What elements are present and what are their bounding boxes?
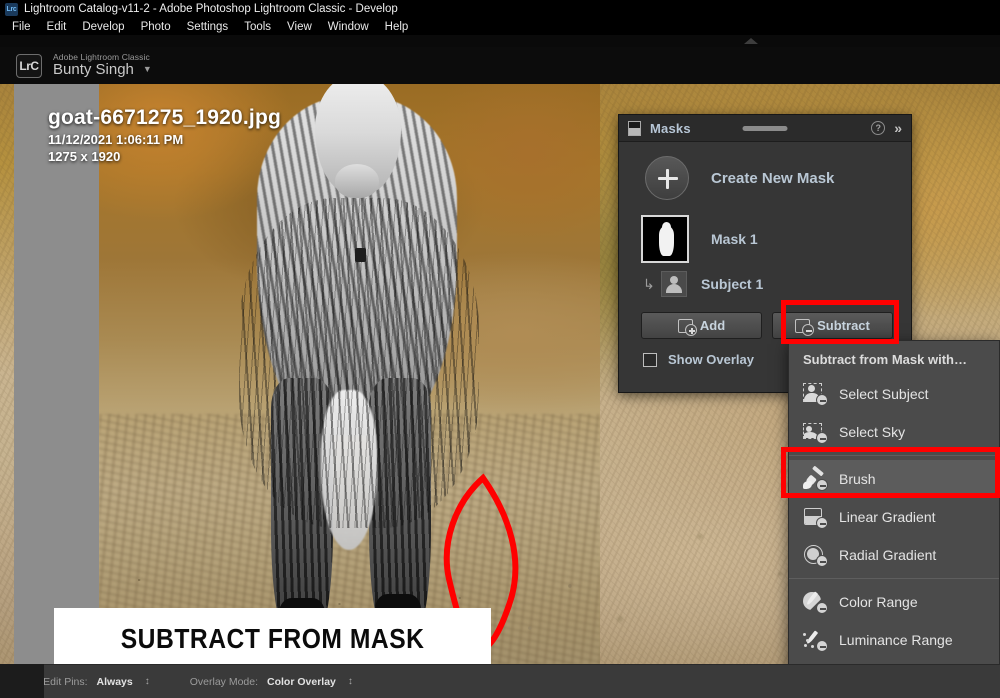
window-titlebar: Lrc Lightroom Catalog-v11-2 - Adobe Phot… bbox=[0, 0, 1000, 18]
menu-bar: File Edit Develop Photo Settings Tools V… bbox=[0, 18, 1000, 35]
menu-tools[interactable]: Tools bbox=[236, 20, 279, 34]
subitem-arrow-icon: ↳ bbox=[643, 275, 655, 292]
photo-dimensions: 1275 x 1920 bbox=[48, 148, 121, 164]
plus-icon[interactable] bbox=[645, 156, 689, 200]
menu-window[interactable]: Window bbox=[320, 20, 377, 34]
subtract-from-mask-menu[interactable]: Subtract from Mask with… Select Subject … bbox=[788, 340, 1000, 692]
add-button-label: Add bbox=[699, 318, 726, 333]
add-button[interactable]: Add bbox=[641, 312, 762, 339]
caption-banner: SUBTRACT FROM MASK bbox=[54, 608, 491, 664]
user-name: Bunty Singh ▼ bbox=[53, 62, 152, 78]
color-range-icon bbox=[803, 591, 828, 614]
menu-item-label: Color Range bbox=[839, 594, 918, 610]
overlay-mode-value[interactable]: Color Overlay bbox=[267, 676, 336, 688]
menu-edit[interactable]: Edit bbox=[39, 20, 75, 34]
photo-viewport[interactable]: goat-6671275_1920.jpg 11/12/2021 1:06:11… bbox=[14, 84, 600, 664]
menu-view[interactable]: View bbox=[279, 20, 320, 34]
menu-item-label: Linear Gradient bbox=[839, 509, 936, 525]
luminance-range-icon bbox=[803, 629, 828, 652]
menu-file[interactable]: File bbox=[4, 20, 39, 34]
mask-name-label: Mask 1 bbox=[711, 231, 758, 247]
masks-panel-title: Masks bbox=[650, 120, 691, 136]
menu-item-label: Select Subject bbox=[839, 386, 929, 402]
menu-item-label: Luminance Range bbox=[839, 632, 953, 648]
select-sky-icon bbox=[803, 421, 828, 444]
radial-gradient-icon bbox=[803, 544, 828, 567]
linear-gradient-icon bbox=[803, 506, 828, 529]
lightroom-window: Lrc Lightroom Catalog-v11-2 - Adobe Phot… bbox=[0, 0, 1000, 698]
photo-image bbox=[99, 84, 600, 664]
menu-photo[interactable]: Photo bbox=[133, 20, 179, 34]
lightroom-logo-icon: LrC bbox=[16, 53, 42, 78]
menu-separator bbox=[789, 578, 999, 579]
help-icon[interactable]: ? bbox=[871, 121, 886, 135]
mask-sublist-item[interactable]: ↳ Subject 1 bbox=[619, 264, 911, 304]
subject-thumbnail-icon[interactable] bbox=[661, 271, 687, 297]
show-overlay-label: Show Overlay bbox=[668, 352, 754, 367]
panel-drag-handle[interactable] bbox=[742, 126, 788, 131]
goat-snout bbox=[335, 164, 379, 198]
menu-item-label: Select Sky bbox=[839, 424, 906, 440]
bottom-toolbar: Show Edit Pins: Always ↕ Overlay Mode: C… bbox=[0, 664, 1000, 698]
show-edit-pins-value[interactable]: Always bbox=[97, 676, 133, 688]
menu-help[interactable]: Help bbox=[377, 20, 417, 34]
highlight-box-subtract bbox=[781, 300, 899, 344]
menu-item-color-range[interactable]: Color Range bbox=[789, 583, 999, 621]
mask-thumbnail[interactable] bbox=[641, 215, 689, 263]
overlay-mode-stepper-icon[interactable]: ↕ bbox=[348, 676, 353, 687]
app-logo-icon: Lrc bbox=[5, 2, 18, 16]
menu-settings[interactable]: Settings bbox=[179, 20, 237, 34]
chevron-down-icon[interactable]: ▼ bbox=[143, 65, 152, 75]
add-mask-icon bbox=[677, 318, 697, 336]
photo-filename: goat-6671275_1920.jpg bbox=[48, 106, 281, 129]
menu-item-select-subject[interactable]: Select Subject bbox=[789, 375, 999, 413]
identity-plate: LrC Adobe Lightroom Classic Bunty Singh ▼ bbox=[0, 47, 1000, 84]
masks-panel-icon bbox=[628, 120, 641, 136]
create-new-mask-label: Create New Mask bbox=[711, 169, 835, 187]
menu-develop[interactable]: Develop bbox=[74, 20, 132, 34]
photo-info-overlay: goat-6671275_1920.jpg 11/12/2021 1:06:11… bbox=[48, 105, 281, 165]
goat-edit-pin-icon[interactable] bbox=[355, 248, 366, 262]
window-title: Lightroom Catalog-v11-2 - Adobe Photosho… bbox=[24, 3, 398, 15]
highlight-box-brush bbox=[781, 447, 1000, 498]
overlay-mode-label: Overlay Mode: bbox=[189, 675, 259, 688]
create-new-mask-row[interactable]: Create New Mask bbox=[619, 142, 911, 214]
show-edit-pins-stepper-icon[interactable]: ↕ bbox=[145, 676, 150, 687]
menu-title: Subtract from Mask with… bbox=[803, 352, 967, 367]
menu-item-luminance-range[interactable]: Luminance Range bbox=[789, 621, 999, 659]
toolbar-left-cap bbox=[0, 664, 44, 698]
masks-panel-header[interactable]: Masks ? » bbox=[619, 115, 911, 142]
menu-item-linear-gradient[interactable]: Linear Gradient bbox=[789, 498, 999, 536]
caption-text: SUBTRACT FROM MASK bbox=[120, 623, 425, 654]
menu-item-label: Radial Gradient bbox=[839, 547, 937, 563]
photo-letterbox-band bbox=[14, 84, 99, 664]
show-overlay-checkbox[interactable] bbox=[643, 352, 657, 367]
menu-item-radial-gradient[interactable]: Radial Gradient bbox=[789, 536, 999, 574]
user-name-text: Bunty Singh bbox=[53, 61, 134, 79]
menu-item-select-sky[interactable]: Select Sky bbox=[789, 413, 999, 451]
chevron-double-right-icon[interactable]: » bbox=[894, 121, 902, 135]
module-strip bbox=[0, 35, 1000, 47]
top-panel-toggle-icon[interactable] bbox=[744, 38, 758, 45]
select-subject-icon bbox=[803, 383, 828, 406]
photo-datetime: 11/12/2021 1:06:11 PM bbox=[48, 131, 184, 147]
subject-name-label: Subject 1 bbox=[701, 276, 764, 292]
mask-list-item[interactable]: Mask 1 bbox=[619, 214, 911, 264]
